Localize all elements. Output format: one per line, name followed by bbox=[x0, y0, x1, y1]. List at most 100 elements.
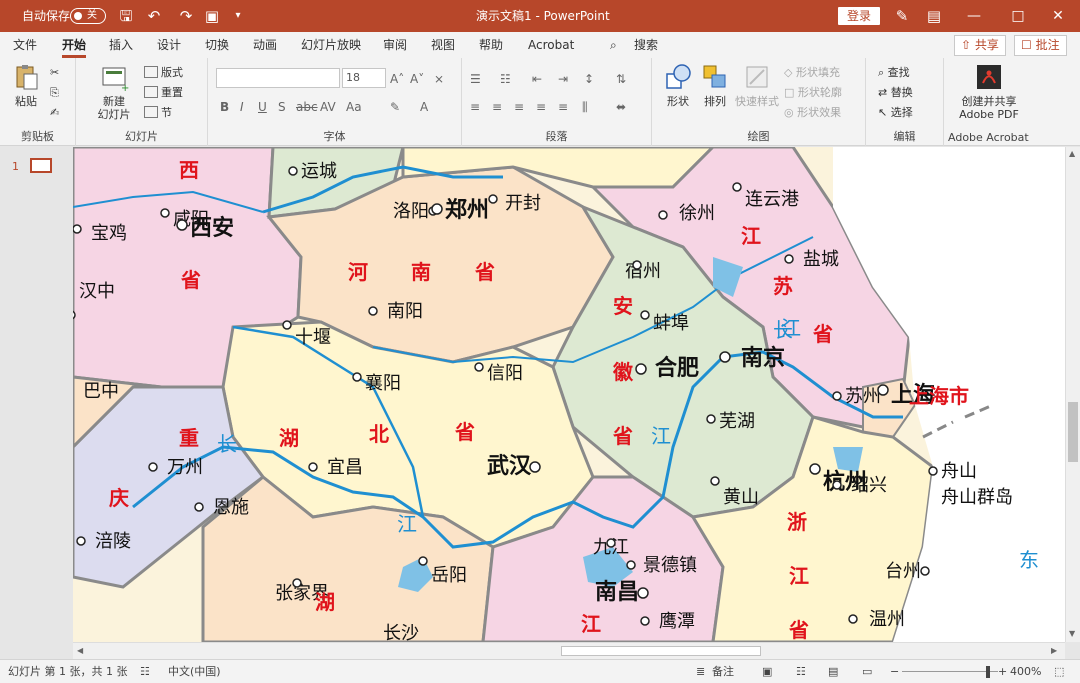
scroll-right-icon[interactable]: ▶ bbox=[1051, 646, 1057, 655]
text-direction-icon[interactable]: ⇅ bbox=[616, 70, 626, 88]
grow-font-icon[interactable]: A˄ bbox=[390, 70, 404, 88]
create-pdf-button[interactable]: 创建并共享 Adobe PDF bbox=[954, 62, 1024, 121]
font-name-combo[interactable] bbox=[216, 68, 340, 88]
autosave-toggle[interactable]: 关 bbox=[70, 8, 106, 24]
accessibility-icon[interactable]: ☷ bbox=[140, 660, 150, 683]
tab-slideshow[interactable]: 幻灯片放映 bbox=[301, 32, 361, 58]
section-button[interactable]: 节 bbox=[144, 104, 172, 122]
search-icon[interactable]: ⌕ bbox=[610, 32, 617, 58]
notes-button[interactable]: 备注 bbox=[712, 660, 734, 683]
scroll-up-icon[interactable]: ▲ bbox=[1069, 149, 1075, 158]
paste-button[interactable]: 粘贴 bbox=[8, 62, 44, 108]
zoom-slider-track[interactable] bbox=[902, 671, 998, 672]
increase-indent-icon[interactable]: ⇥ bbox=[558, 70, 568, 88]
highlight-icon[interactable]: ✎ bbox=[390, 98, 400, 116]
layout-button[interactable]: 版式 bbox=[144, 64, 183, 82]
comments-button[interactable]: ☐ 批注 bbox=[1014, 35, 1067, 56]
shape-outline-button[interactable]: □ 形状轮廓 bbox=[784, 84, 842, 102]
copy-icon[interactable]: ⎘ bbox=[50, 84, 59, 102]
tab-animations[interactable]: 动画 bbox=[253, 32, 277, 58]
char-spacing-icon[interactable]: AV bbox=[320, 98, 336, 116]
tell-me-search[interactable]: 搜索 bbox=[634, 32, 658, 58]
strikethrough-icon[interactable]: abc bbox=[296, 98, 318, 116]
clear-format-icon[interactable]: ⨯ bbox=[434, 70, 444, 88]
shadow-icon[interactable]: S bbox=[278, 98, 286, 116]
slide-canvas[interactable]: 运城 洛阳 郑州 开封 徐州 连云港 咸阳 西安 宝鸡 汉中 南阳 宿州 盐城 蚌埠 十堰 襄阳 信阳 合肥 南京苏… bbox=[73, 147, 1065, 642]
zoom-slider-thumb[interactable] bbox=[986, 666, 990, 678]
slideshow-icon[interactable]: ▭ bbox=[862, 660, 872, 683]
maximize-button[interactable]: □ bbox=[996, 0, 1040, 32]
tab-view[interactable]: 视图 bbox=[431, 32, 455, 58]
customize-qat-icon[interactable]: ▾ bbox=[228, 6, 248, 26]
minimize-button[interactable]: — bbox=[952, 0, 996, 32]
italic-icon[interactable]: I bbox=[240, 98, 244, 116]
zoom-level[interactable]: 400% bbox=[1010, 660, 1041, 683]
tab-transitions[interactable]: 切换 bbox=[205, 32, 229, 58]
present-icon[interactable]: ▣ bbox=[202, 6, 222, 26]
bold-icon[interactable]: B bbox=[220, 98, 229, 116]
decrease-indent-icon[interactable]: ⇤ bbox=[532, 70, 542, 88]
arrange-button[interactable]: 排列 bbox=[698, 62, 732, 108]
underline-icon[interactable]: U bbox=[258, 98, 267, 116]
river-label: 长 bbox=[217, 432, 237, 456]
zoom-in-icon[interactable]: + bbox=[998, 660, 1007, 683]
font-size-combo[interactable]: 18 bbox=[342, 68, 386, 88]
redo-icon[interactable]: ↷ bbox=[176, 6, 196, 26]
numbering-icon[interactable]: ☷ bbox=[500, 70, 511, 88]
tab-acrobat[interactable]: Acrobat bbox=[528, 32, 574, 58]
align-right-icon[interactable]: ≡ bbox=[514, 98, 524, 116]
cut-icon[interactable]: ✂ bbox=[50, 64, 59, 82]
columns-icon[interactable]: ⫼ bbox=[582, 98, 588, 116]
slide-thumbnail-panel: 1 bbox=[0, 147, 73, 659]
tab-insert[interactable]: 插入 bbox=[109, 32, 133, 58]
select-button[interactable]: ↖ 选择 bbox=[878, 104, 913, 122]
line-spacing-icon[interactable]: ↕ bbox=[584, 70, 594, 88]
tab-design[interactable]: 设计 bbox=[157, 32, 181, 58]
reset-button[interactable]: 重置 bbox=[144, 84, 183, 102]
scroll-left-icon[interactable]: ◀ bbox=[77, 646, 83, 655]
login-button[interactable]: 登录 bbox=[838, 7, 880, 25]
shape-effects-button[interactable]: ◎ 形状效果 bbox=[784, 104, 841, 122]
shapes-button[interactable]: 形状 bbox=[660, 62, 696, 108]
horizontal-scroll-thumb[interactable] bbox=[561, 646, 761, 656]
language-status[interactable]: 中文(中国) bbox=[168, 660, 221, 683]
ribbon-display-icon[interactable]: ▤ bbox=[924, 6, 944, 26]
shape-fill-button[interactable]: ◇ 形状填充 bbox=[784, 64, 840, 82]
replace-button[interactable]: ⇄ 替换 bbox=[878, 84, 913, 102]
vertical-scroll-thumb[interactable] bbox=[1068, 402, 1078, 462]
new-slide-button[interactable]: + 新建 幻灯片 bbox=[92, 62, 136, 121]
slide-sorter-icon[interactable]: ☷ bbox=[796, 660, 806, 683]
save-icon[interactable]: 🖫 bbox=[116, 6, 136, 26]
tab-review[interactable]: 审阅 bbox=[383, 32, 407, 58]
horizontal-scrollbar[interactable]: ◀ ▶ bbox=[73, 642, 1065, 659]
find-button[interactable]: ⌕ 查找 bbox=[878, 64, 910, 82]
align-center-icon[interactable]: ≡ bbox=[492, 98, 502, 116]
vertical-scrollbar[interactable]: ▲ ▼ bbox=[1065, 147, 1080, 642]
quick-styles-button[interactable]: 快速样式 bbox=[734, 62, 780, 108]
format-painter-icon[interactable]: ✍ bbox=[50, 104, 59, 122]
fit-slide-icon[interactable]: ⬚ bbox=[1054, 660, 1064, 683]
bullets-icon[interactable]: ☰ bbox=[470, 70, 481, 88]
zoom-out-icon[interactable]: − bbox=[890, 660, 899, 683]
tab-home[interactable]: 开始 bbox=[62, 32, 87, 58]
align-left-icon[interactable]: ≡ bbox=[470, 98, 480, 116]
close-button[interactable]: ✕ bbox=[1036, 0, 1080, 32]
change-case-icon[interactable]: Aa bbox=[346, 98, 362, 116]
align-text-icon[interactable]: ⬌ bbox=[616, 98, 626, 116]
undo-icon[interactable]: ↶ bbox=[144, 6, 164, 26]
shrink-font-icon[interactable]: A˅ bbox=[410, 70, 424, 88]
distributed-icon[interactable]: ≡ bbox=[558, 98, 568, 116]
justify-icon[interactable]: ≡ bbox=[536, 98, 546, 116]
slide-thumbnail[interactable] bbox=[30, 158, 52, 173]
scroll-down-icon[interactable]: ▼ bbox=[1069, 629, 1075, 638]
pen-icon[interactable]: ✎ bbox=[892, 6, 912, 26]
reading-view-icon[interactable]: ▤ bbox=[828, 660, 838, 683]
font-color-icon[interactable]: A bbox=[420, 98, 428, 116]
share-button[interactable]: ⇧ 共享 bbox=[954, 35, 1006, 56]
replace-label: 替换 bbox=[890, 86, 913, 99]
tab-help[interactable]: 帮助 bbox=[479, 32, 503, 58]
tab-file[interactable]: 文件 bbox=[13, 32, 37, 58]
normal-view-icon[interactable]: ▣ bbox=[762, 660, 772, 683]
city-marker bbox=[488, 194, 498, 204]
notes-icon[interactable]: ≣ bbox=[696, 660, 705, 683]
